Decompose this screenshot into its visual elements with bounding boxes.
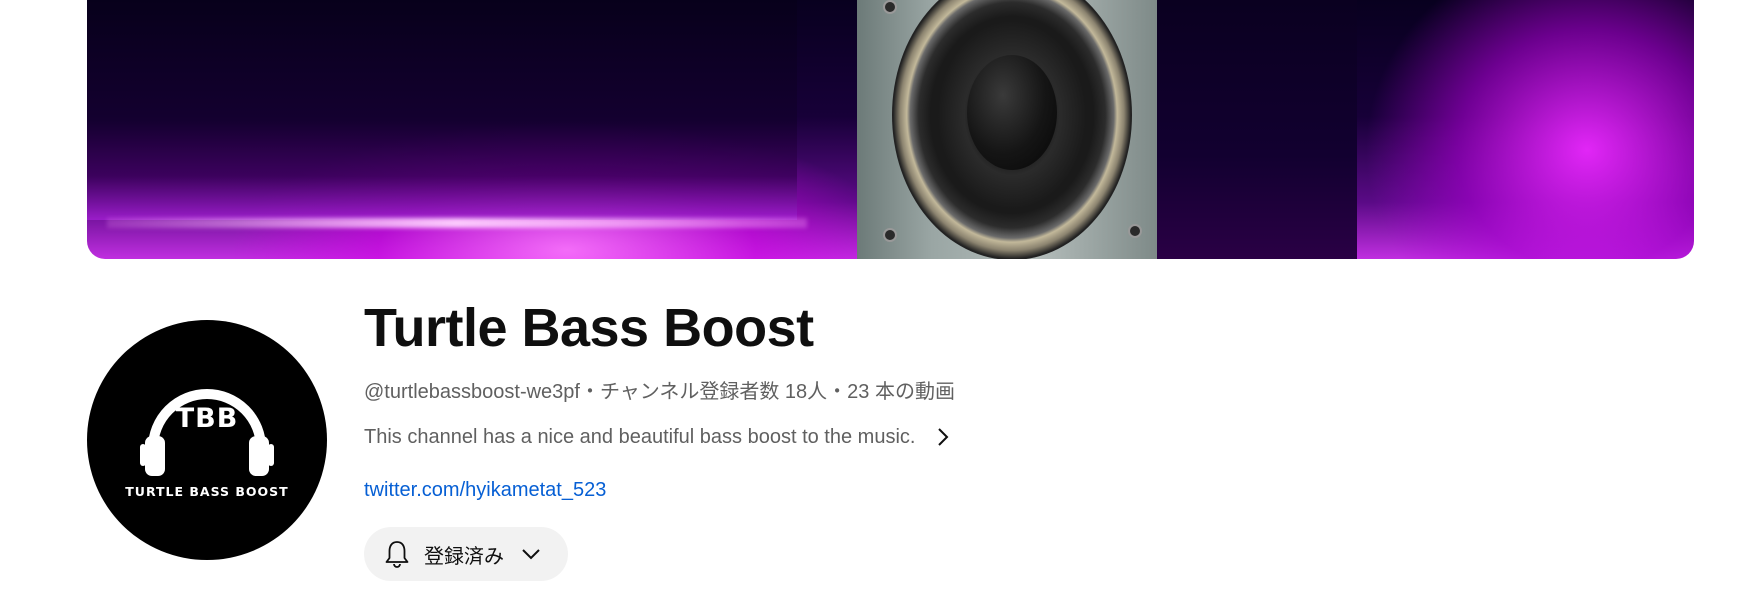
headphones-icon xyxy=(140,389,274,476)
meta-separator: ・ xyxy=(579,381,600,403)
banner-glow xyxy=(107,218,807,228)
subscribed-label: 登録済み xyxy=(424,543,504,568)
avatar-logo-text: TBB xyxy=(175,403,239,434)
channel-external-link[interactable]: twitter.com/hyikametat_523 xyxy=(364,479,606,502)
channel-avatar[interactable]: TBB TURTLE BASS BOOST xyxy=(87,320,327,560)
speaker-screw xyxy=(883,0,897,14)
subscriber-count: チャンネル登録者数 18人 xyxy=(599,381,828,403)
speaker-screw xyxy=(1128,224,1142,238)
channel-meta: @turtlebassboost-we3pf・チャンネル登録者数 18人・23 … xyxy=(364,375,955,404)
banner-shelf xyxy=(87,0,797,220)
meta-separator: ・ xyxy=(827,381,848,403)
avatar-caption: TURTLE BASS BOOST xyxy=(125,484,289,499)
chevron-right-icon[interactable] xyxy=(933,425,953,449)
video-count: 23 本の動画 xyxy=(847,381,955,403)
channel-title: Turtle Bass Boost xyxy=(364,298,814,358)
chevron-down-icon xyxy=(522,549,540,560)
channel-banner xyxy=(87,0,1694,259)
channel-handle: @turtlebassboost-we3pf xyxy=(364,381,580,403)
bell-icon xyxy=(385,541,409,568)
subscribed-button[interactable]: 登録済み xyxy=(364,527,568,581)
channel-page: TBB TURTLE BASS BOOST Turtle Bass Boost … xyxy=(0,0,1763,615)
banner-dark-panel xyxy=(1157,0,1357,259)
speaker-dust-cap xyxy=(967,55,1057,170)
speaker-screw xyxy=(883,228,897,242)
description-text: This channel has a nice and beautiful ba… xyxy=(364,425,916,448)
channel-description[interactable]: This channel has a nice and beautiful ba… xyxy=(364,425,953,449)
